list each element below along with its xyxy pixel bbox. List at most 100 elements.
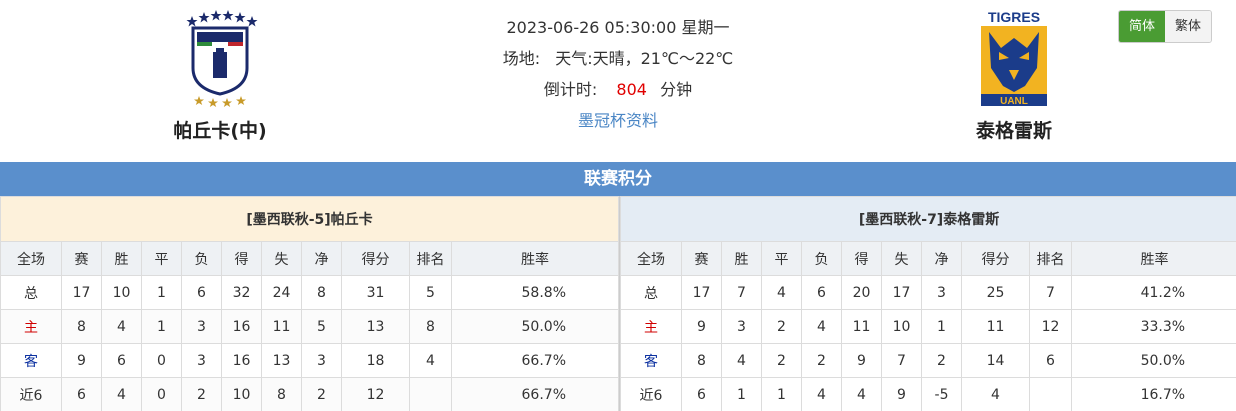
col-header: 胜 (721, 241, 762, 276)
table-cell: 13 (261, 343, 302, 378)
countdown: 倒计时: 804 分钟 (418, 74, 818, 105)
col-header: 平 (141, 241, 182, 276)
win-rate-cell: 41.2% (1070, 275, 1236, 310)
table-cell: 12 (341, 377, 410, 411)
table-cell: 3 (921, 275, 962, 310)
table-cell (1029, 377, 1072, 411)
away-team-name[interactable]: 泰格雷斯 (914, 116, 1114, 143)
venue-weather: 场地: 天气:天晴，21℃～22℃ (418, 43, 818, 74)
col-header: 赛 (61, 241, 102, 276)
simplified-chinese-button[interactable]: 简体 (1119, 11, 1165, 42)
table-cell: -5 (921, 377, 962, 411)
table-cell: 8 (301, 275, 342, 310)
table-cell: 9 (841, 343, 882, 378)
table-cell: 13 (341, 309, 410, 344)
table-cell: 10 (221, 377, 262, 411)
col-header: 得 (841, 241, 882, 276)
table-cell: 11 (961, 309, 1030, 344)
table-row: 总 17 7 4 6 20 17 3 25 7 41.2% (620, 275, 1236, 310)
table-cell: 17 (61, 275, 102, 310)
away-standings-header: 全场 赛 胜 平 负 得 失 净 得分 排名 胜率 (620, 241, 1236, 276)
table-cell: 4 (801, 309, 842, 344)
table-cell: 2 (921, 343, 962, 378)
col-header: 胜率 (1070, 241, 1236, 276)
away-standings-caption[interactable]: [墨西联秋-7]泰格雷斯 (619, 196, 1236, 242)
home-standings-header: 全场 赛 胜 平 负 得 失 净 得分 排名 胜率 (0, 241, 619, 276)
row-label: 主 (0, 309, 62, 344)
col-header: 胜率 (451, 241, 619, 276)
table-cell: 0 (141, 343, 182, 378)
table-cell: 4 (721, 343, 762, 378)
table-cell: 1 (141, 275, 182, 310)
table-cell: 4 (801, 377, 842, 411)
table-cell: 2 (761, 343, 802, 378)
win-rate-cell: 66.7% (451, 377, 619, 411)
table-cell: 9 (681, 309, 722, 344)
row-label: 客 (0, 343, 62, 378)
home-team-name[interactable]: 帕丘卡(中) (120, 116, 320, 143)
row-label: 近6 (620, 377, 682, 411)
win-rate-cell: 50.0% (1070, 343, 1236, 378)
match-info: 2023-06-26 05:30:00 星期一 场地: 天气:天晴，21℃～22… (418, 12, 818, 136)
win-rate-cell: 33.3% (1070, 309, 1236, 344)
table-cell: 7 (881, 343, 922, 378)
col-header: 净 (921, 241, 962, 276)
table-cell: 1 (721, 377, 762, 411)
table-cell: 4 (961, 377, 1030, 411)
col-header: 胜 (101, 241, 142, 276)
table-cell: 8 (261, 377, 302, 411)
match-header: 帕丘卡(中) 2023-06-26 05:30:00 星期一 场地: 天气:天晴… (0, 0, 1236, 162)
table-cell: 11 (261, 309, 302, 344)
table-cell: 9 (61, 343, 102, 378)
table-cell: 1 (761, 377, 802, 411)
table-row: 主 9 3 2 4 11 10 1 11 12 33.3% (620, 309, 1236, 344)
table-cell: 6 (681, 377, 722, 411)
table-cell: 6 (801, 275, 842, 310)
table-cell: 1 (141, 309, 182, 344)
table-cell (409, 377, 452, 411)
table-cell: 17 (881, 275, 922, 310)
away-standings-table: [墨西联秋-7]泰格雷斯 全场 赛 胜 平 负 得 失 净 得分 排名 胜率 总… (619, 196, 1236, 411)
win-rate-cell: 16.7% (1070, 377, 1236, 411)
table-cell: 5 (409, 275, 452, 310)
table-cell: 4 (409, 343, 452, 378)
home-standings-caption[interactable]: [墨西联秋-5]帕丘卡 (0, 196, 619, 242)
col-header: 平 (761, 241, 802, 276)
match-datetime: 2023-06-26 05:30:00 星期一 (506, 18, 730, 37)
row-label: 总 (0, 275, 62, 310)
col-header: 全场 (0, 241, 62, 276)
col-header: 净 (301, 241, 342, 276)
table-cell: 4 (841, 377, 882, 411)
table-cell: 1 (921, 309, 962, 344)
table-cell: 25 (961, 275, 1030, 310)
league-info-link[interactable]: 墨冠杯资料 (578, 111, 658, 130)
win-rate-cell: 66.7% (451, 343, 619, 378)
table-cell: 2 (801, 343, 842, 378)
table-cell: 6 (181, 275, 222, 310)
home-team[interactable]: 帕丘卡(中) (120, 8, 320, 143)
table-cell: 3 (721, 309, 762, 344)
table-cell: 7 (721, 275, 762, 310)
traditional-chinese-button[interactable]: 繁体 (1165, 11, 1211, 42)
col-header: 负 (801, 241, 842, 276)
win-rate-cell: 58.8% (451, 275, 619, 310)
countdown-unit: 分钟 (660, 80, 693, 99)
row-label: 总 (620, 275, 682, 310)
away-team[interactable]: TIGRES UANL 泰格雷斯 (914, 8, 1114, 143)
tigres-logo-text: TIGRES (988, 9, 1040, 25)
table-cell: 11 (841, 309, 882, 344)
col-header: 赛 (681, 241, 722, 276)
table-cell: 12 (1029, 309, 1072, 344)
table-cell: 32 (221, 275, 262, 310)
row-label: 主 (620, 309, 682, 344)
table-cell: 6 (61, 377, 102, 411)
table-cell: 3 (181, 309, 222, 344)
weather-value: 天晴，21℃～22℃ (592, 49, 734, 68)
countdown-value: 804 (616, 80, 647, 99)
table-row: 总 17 10 1 6 32 24 8 31 5 58.8% (0, 275, 619, 310)
col-header: 全场 (620, 241, 682, 276)
table-cell: 18 (341, 343, 410, 378)
countdown-label: 倒计时: (543, 80, 598, 99)
table-cell: 2 (181, 377, 222, 411)
pachuca-logo-icon (186, 10, 258, 107)
